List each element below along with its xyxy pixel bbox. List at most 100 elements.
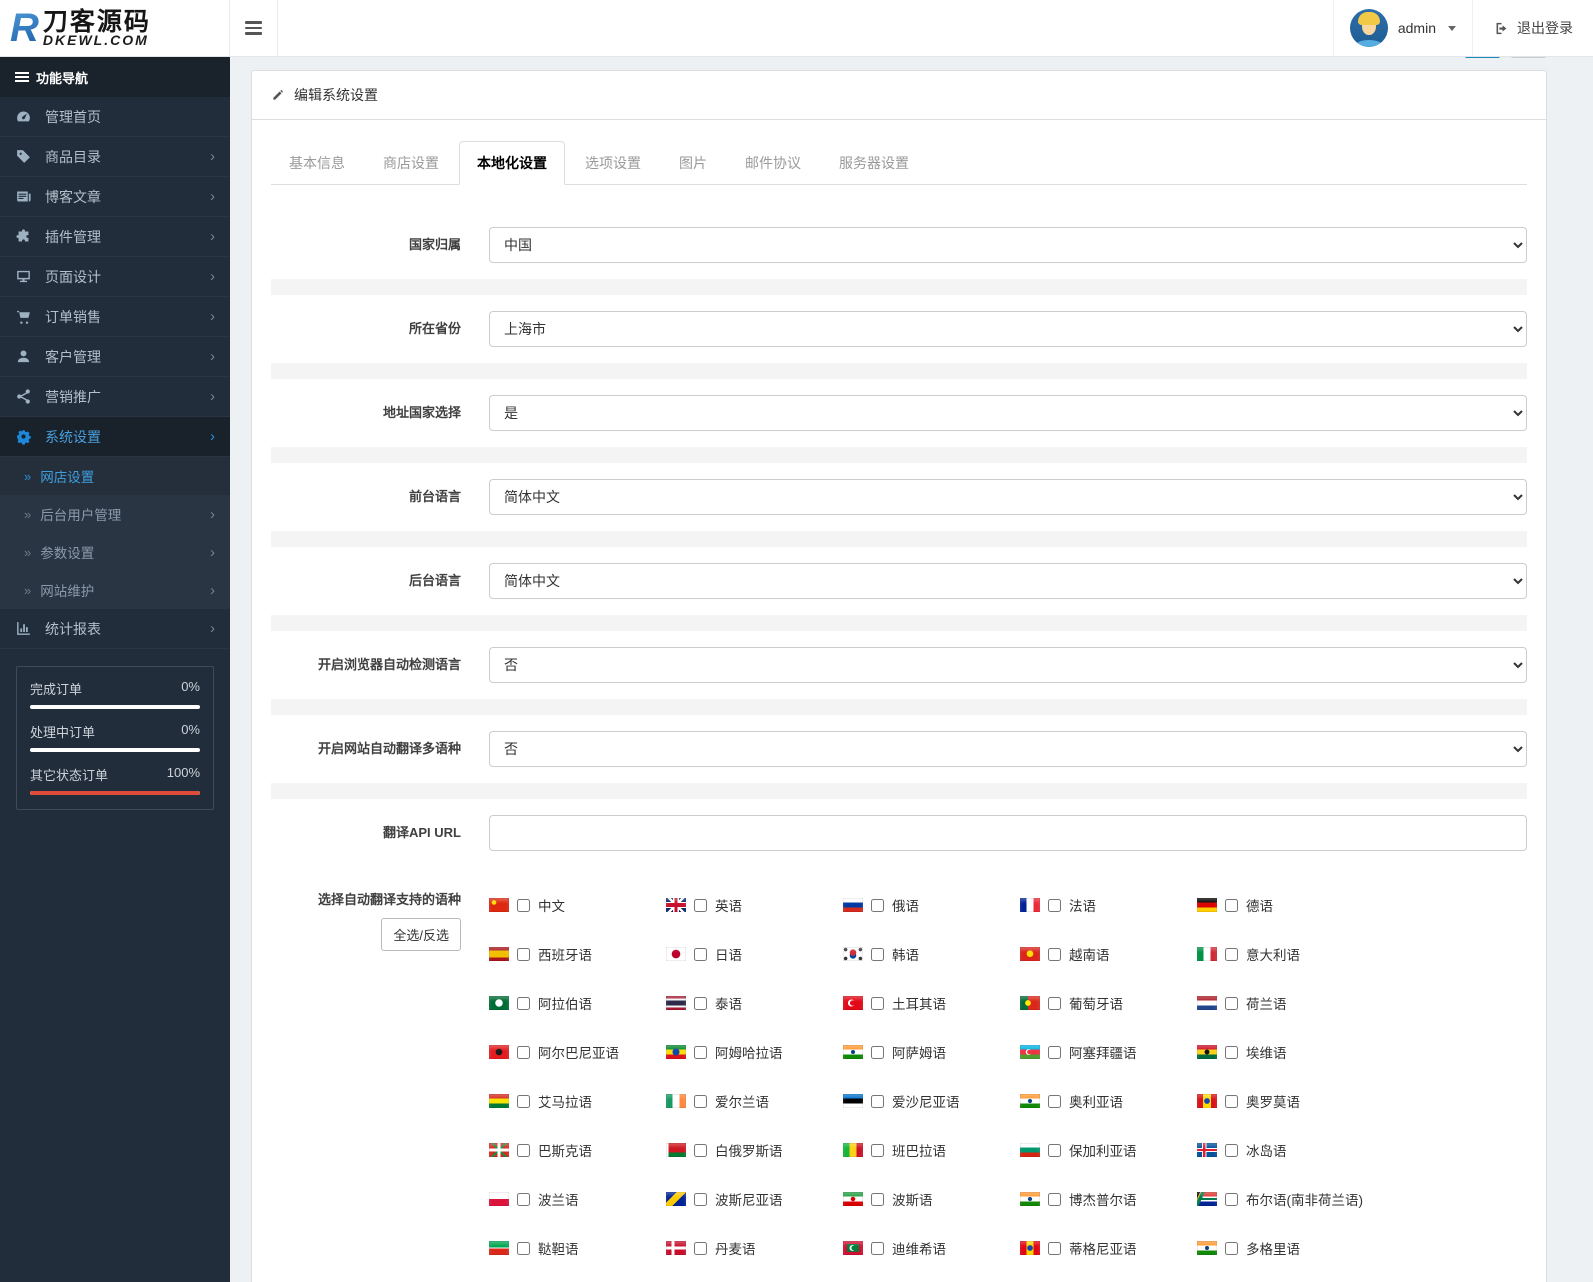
settings-tab[interactable]: 图片	[661, 141, 725, 185]
sidebar-toggle-button[interactable]	[230, 0, 278, 56]
language-checkbox[interactable]	[517, 898, 530, 912]
sidebar-item[interactable]: 商品目录 ›	[0, 137, 230, 177]
language-checkbox[interactable]	[517, 996, 530, 1010]
language-checkbox[interactable]	[1048, 996, 1061, 1010]
form-row: 地址国家选择 是	[271, 363, 1527, 447]
language-checkbox[interactable]	[694, 1094, 707, 1108]
language-option: 波斯语	[843, 1182, 1020, 1216]
language-checkbox[interactable]	[694, 1241, 707, 1255]
field-select[interactable]: 简体中文	[489, 563, 1527, 599]
field-select[interactable]: 上海市	[489, 311, 1527, 347]
settings-tab[interactable]: 基本信息	[271, 141, 363, 185]
language-checkbox[interactable]	[1225, 1094, 1238, 1108]
form-row: 前台语言 简体中文	[271, 447, 1527, 531]
language-checkbox[interactable]	[1225, 1192, 1238, 1206]
field-select[interactable]: 否	[489, 731, 1527, 767]
order-stats-panel: 完成订单 0% 处理中订单 0% 其它状态订单 100%	[16, 666, 214, 810]
language-checkbox[interactable]	[694, 947, 707, 961]
settings-tab[interactable]: 邮件协议	[727, 141, 819, 185]
language-checkbox[interactable]	[694, 1192, 707, 1206]
settings-tab[interactable]: 服务器设置	[821, 141, 927, 185]
language-label: 多格里语	[1246, 1242, 1300, 1257]
user-menu[interactable]: admin	[1332, 0, 1472, 56]
sidebar-subitem[interactable]: » 后台用户管理 ›	[0, 495, 230, 533]
sidebar-item[interactable]: 订单销售 ›	[0, 297, 230, 337]
sidebar-item[interactable]: 统计报表 ›	[0, 609, 230, 649]
sidebar-item[interactable]: 营销推广 ›	[0, 377, 230, 417]
language-checkbox[interactable]	[1225, 947, 1238, 961]
language-label: 丹麦语	[715, 1242, 756, 1257]
language-option: 巴斯克语	[489, 1133, 666, 1167]
sidebar-item[interactable]: 系统设置 ›	[0, 417, 230, 457]
language-option: 保加利亚语	[1020, 1133, 1197, 1167]
chevron-right-icon: ›	[210, 308, 215, 325]
form-row: 后台语言 简体中文	[271, 531, 1527, 615]
language-label: 葡萄牙语	[1069, 997, 1123, 1012]
language-checkbox[interactable]	[517, 1143, 530, 1157]
language-checkbox[interactable]	[517, 1241, 530, 1255]
sidebar-item-icon	[15, 228, 41, 245]
settings-tab[interactable]: 本地化设置	[459, 141, 565, 185]
language-option: 爱尔兰语	[666, 1084, 843, 1118]
logout-button[interactable]: 退出登录	[1472, 0, 1593, 56]
language-checkbox[interactable]	[1225, 996, 1238, 1010]
language-checkbox[interactable]	[1048, 1143, 1061, 1157]
language-checkbox[interactable]	[871, 898, 884, 912]
sidebar-subitem[interactable]: » 网店设置	[0, 457, 230, 495]
language-checkbox[interactable]	[517, 1094, 530, 1108]
language-grid: 中文 英语 俄语 法语 德语 西班牙语 日语 韩语 越南语 意大利语 阿拉伯语 …	[489, 883, 1527, 1282]
field-input[interactable]	[489, 815, 1527, 851]
sidebar-item-icon	[15, 348, 41, 365]
field-label: 所在省份	[408, 321, 461, 337]
language-checkbox[interactable]	[517, 947, 530, 961]
language-checkbox[interactable]	[694, 996, 707, 1010]
sidebar-item[interactable]: 客户管理 ›	[0, 337, 230, 377]
language-checkbox[interactable]	[1225, 1241, 1238, 1255]
language-label: 白俄罗斯语	[715, 1144, 783, 1159]
language-checkbox[interactable]	[1048, 1192, 1061, 1206]
language-label: 俄语	[892, 899, 919, 914]
language-checkbox[interactable]	[1048, 1045, 1061, 1059]
settings-tab[interactable]: 选项设置	[567, 141, 659, 185]
language-checkbox[interactable]	[871, 947, 884, 961]
field-select[interactable]: 中国	[489, 227, 1527, 263]
sidebar-item[interactable]: 博客文章 ›	[0, 177, 230, 217]
language-checkbox[interactable]	[1225, 1045, 1238, 1059]
sidebar-subitem[interactable]: » 参数设置 ›	[0, 533, 230, 571]
sidebar-item[interactable]: 管理首页	[0, 97, 230, 137]
sidebar-item-label: 插件管理	[45, 228, 101, 245]
language-checkbox[interactable]	[1048, 1094, 1061, 1108]
language-checkbox[interactable]	[1225, 1143, 1238, 1157]
language-checkbox[interactable]	[871, 1094, 884, 1108]
language-label: 爱尔兰语	[715, 1095, 769, 1110]
flag-icon	[666, 996, 686, 1010]
settings-tab[interactable]: 商店设置	[365, 141, 457, 185]
localisation-form: 国家归属 中国 所在省份 上海市 地址国家选择 是 前台语言 简体中文 后台语言…	[271, 211, 1527, 867]
field-select[interactable]: 否	[489, 647, 1527, 683]
language-checkbox[interactable]	[694, 898, 707, 912]
language-checkbox[interactable]	[871, 996, 884, 1010]
language-checkbox[interactable]	[517, 1045, 530, 1059]
select-all-button[interactable]: 全选/反选	[381, 917, 461, 951]
language-checkbox[interactable]	[1048, 1241, 1061, 1255]
progress-fill	[30, 791, 200, 795]
sidebar-item[interactable]: 插件管理 ›	[0, 217, 230, 257]
field-select[interactable]: 是	[489, 395, 1527, 431]
language-checkbox[interactable]	[1225, 898, 1238, 912]
language-checkbox[interactable]	[694, 1045, 707, 1059]
sidebar-item[interactable]: 页面设计 ›	[0, 257, 230, 297]
language-checkbox[interactable]	[871, 1192, 884, 1206]
sidebar-subitem[interactable]: » 网站维护 ›	[0, 571, 230, 609]
field-select[interactable]: 简体中文	[489, 479, 1527, 515]
chevron-right-icon: ›	[210, 148, 215, 165]
sidebar-nav-header: 功能导航	[0, 57, 230, 97]
language-checkbox[interactable]	[1048, 898, 1061, 912]
flag-icon	[1020, 898, 1040, 912]
language-checkbox[interactable]	[871, 1241, 884, 1255]
language-label: 德语	[1246, 899, 1273, 914]
language-checkbox[interactable]	[871, 1143, 884, 1157]
language-checkbox[interactable]	[1048, 947, 1061, 961]
language-checkbox[interactable]	[694, 1143, 707, 1157]
language-checkbox[interactable]	[517, 1192, 530, 1206]
language-checkbox[interactable]	[871, 1045, 884, 1059]
